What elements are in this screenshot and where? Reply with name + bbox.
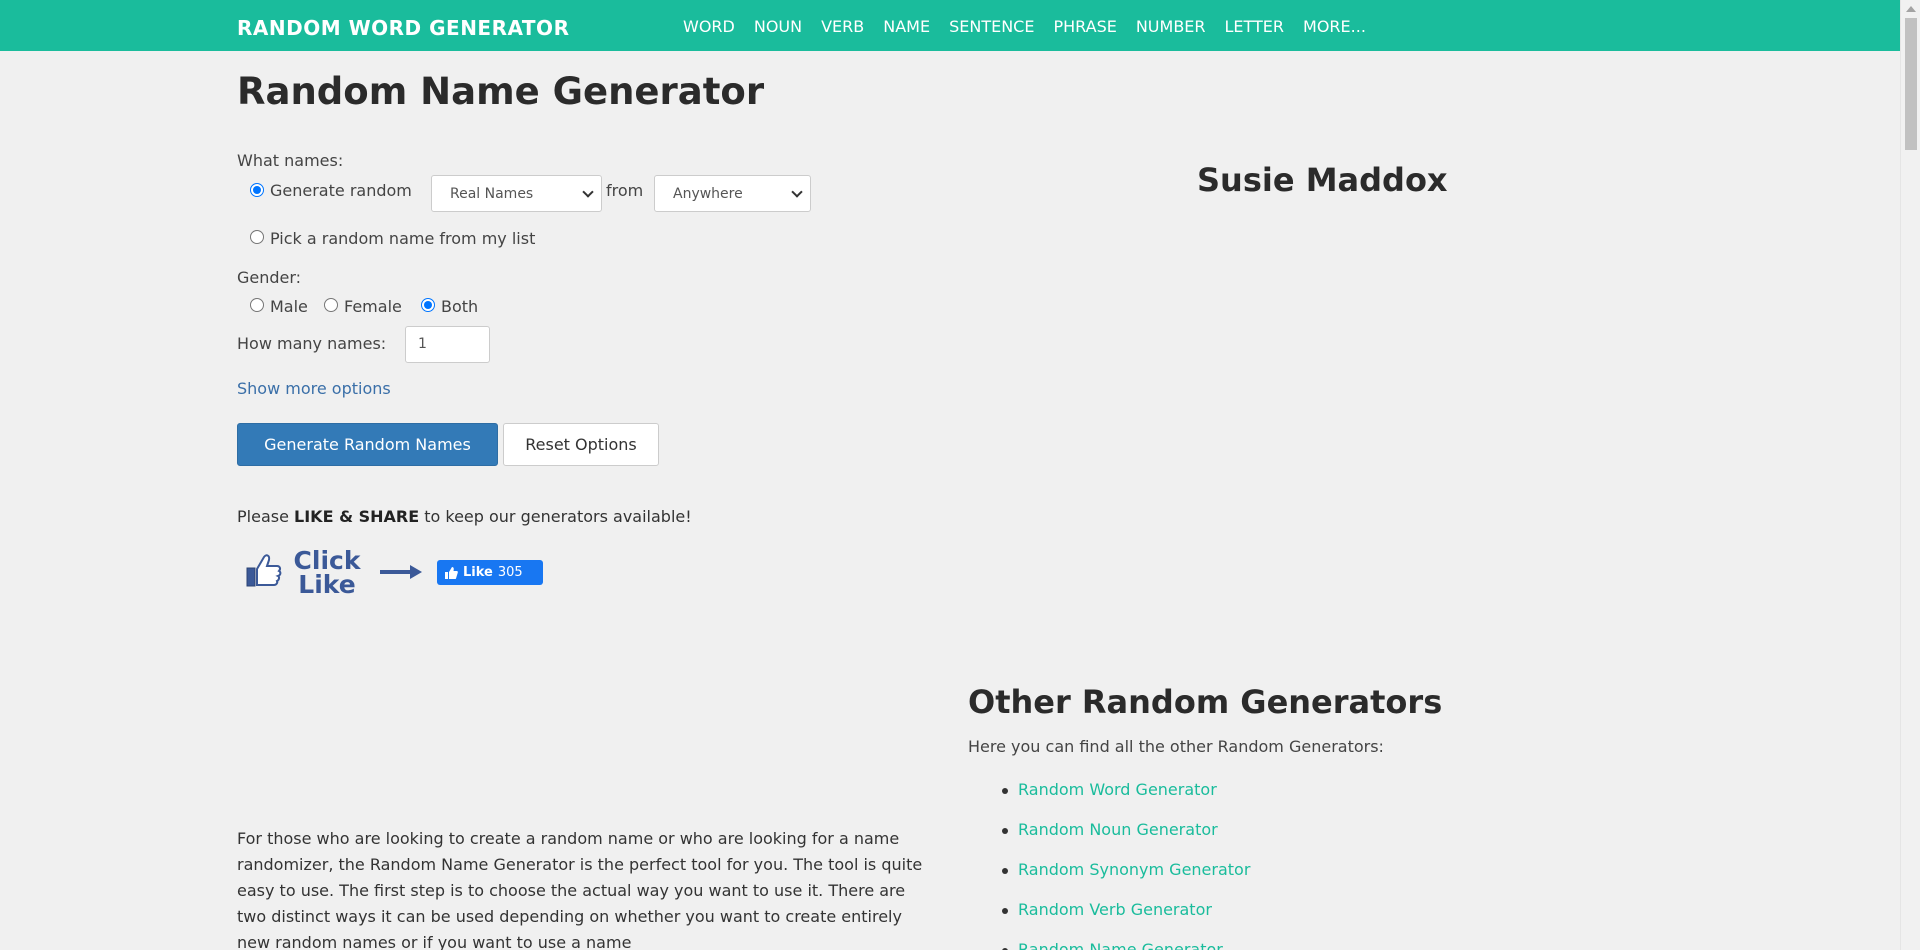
list-item: Random Synonym Generator bbox=[1002, 860, 1250, 900]
gender-both-label[interactable]: Both bbox=[441, 297, 478, 316]
list-item: Random Word Generator bbox=[1002, 780, 1250, 820]
pick-from-list-radio[interactable] bbox=[250, 230, 264, 244]
scroll-up-arrow-icon[interactable] bbox=[1906, 6, 1916, 12]
arrow-right-icon bbox=[380, 565, 422, 579]
chevron-down-icon bbox=[582, 186, 594, 198]
gender-female-label[interactable]: Female bbox=[344, 297, 402, 316]
nav-letter[interactable]: LETTER bbox=[1225, 17, 1285, 36]
bullet-icon bbox=[1002, 828, 1008, 834]
gender-both-radio[interactable] bbox=[421, 298, 435, 312]
gender-label: Gender: bbox=[237, 268, 302, 287]
top-navbar: RANDOM WORD GENERATOR WORD NOUN VERB NAM… bbox=[0, 0, 1900, 51]
name-type-select[interactable]: Real Names bbox=[431, 175, 602, 212]
facebook-like-count: 305 bbox=[497, 565, 523, 580]
nav-more[interactable]: MORE... bbox=[1303, 17, 1366, 36]
name-type-select-value: Real Names bbox=[450, 186, 534, 202]
other-generators-title: Other Random Generators bbox=[968, 683, 1443, 721]
gender-male-label[interactable]: Male bbox=[270, 297, 308, 316]
chevron-down-icon bbox=[791, 186, 803, 198]
bullet-icon bbox=[1002, 788, 1008, 794]
list-item: Random Noun Generator bbox=[1002, 820, 1250, 860]
link-random-noun-generator[interactable]: Random Noun Generator bbox=[1018, 820, 1218, 839]
facebook-like-button[interactable]: Like 305 bbox=[437, 560, 543, 585]
description-paragraph: For those who are looking to create a ra… bbox=[237, 829, 923, 950]
other-generators-list: Random Word Generator Random Noun Genera… bbox=[1002, 780, 1250, 950]
how-many-input[interactable]: 1 bbox=[405, 326, 490, 363]
region-select-value: Anywhere bbox=[673, 186, 743, 202]
how-many-label: How many names: bbox=[237, 334, 387, 353]
brand-logo-link[interactable]: RANDOM WORD GENERATOR bbox=[237, 16, 569, 40]
region-select[interactable]: Anywhere bbox=[654, 175, 811, 212]
pick-from-list-label[interactable]: Pick a random name from my list bbox=[270, 229, 535, 248]
list-item: Random Verb Generator bbox=[1002, 900, 1250, 940]
link-random-synonym-generator[interactable]: Random Synonym Generator bbox=[1018, 860, 1250, 879]
gender-female-radio[interactable] bbox=[324, 298, 338, 312]
facebook-like-label: Like bbox=[463, 565, 493, 580]
share-message: Please LIKE & SHARE to keep our generato… bbox=[237, 507, 692, 526]
page-title: Random Name Generator bbox=[237, 70, 765, 113]
nav-name[interactable]: NAME bbox=[883, 17, 930, 36]
bullet-icon bbox=[1002, 908, 1008, 914]
from-label: from bbox=[606, 181, 644, 200]
scrollbar-thumb[interactable] bbox=[1905, 18, 1917, 150]
link-random-verb-generator[interactable]: Random Verb Generator bbox=[1018, 900, 1212, 919]
nav-number[interactable]: NUMBER bbox=[1136, 17, 1206, 36]
main-nav: WORD NOUN VERB NAME SENTENCE PHRASE NUMB… bbox=[683, 17, 1385, 36]
link-random-name-generator[interactable]: Random Name Generator bbox=[1018, 940, 1223, 950]
reset-options-button[interactable]: Reset Options bbox=[503, 423, 659, 466]
what-names-label: What names: bbox=[237, 151, 344, 170]
show-more-options-link[interactable]: Show more options bbox=[237, 379, 391, 398]
bullet-icon bbox=[1002, 868, 1008, 874]
click-like-text: Click Like bbox=[293, 546, 361, 599]
gender-male-radio[interactable] bbox=[250, 298, 264, 312]
generate-random-label[interactable]: Generate random bbox=[270, 181, 412, 200]
generate-random-radio[interactable] bbox=[250, 183, 264, 197]
nav-phrase[interactable]: PHRASE bbox=[1053, 17, 1116, 36]
nav-sentence[interactable]: SENTENCE bbox=[949, 17, 1034, 36]
generated-name-result: Susie Maddox bbox=[1197, 161, 1448, 199]
list-item: Random Name Generator bbox=[1002, 940, 1250, 950]
generate-names-button[interactable]: Generate Random Names bbox=[237, 423, 498, 466]
nav-noun[interactable]: NOUN bbox=[754, 17, 802, 36]
other-generators-intro: Here you can find all the other Random G… bbox=[968, 737, 1384, 756]
nav-verb[interactable]: VERB bbox=[821, 17, 864, 36]
nav-word[interactable]: WORD bbox=[683, 17, 735, 36]
page-scrollbar[interactable] bbox=[1900, 0, 1920, 950]
facebook-thumb-icon bbox=[445, 566, 458, 579]
link-random-word-generator[interactable]: Random Word Generator bbox=[1018, 780, 1217, 799]
thumbs-up-icon bbox=[246, 554, 282, 587]
